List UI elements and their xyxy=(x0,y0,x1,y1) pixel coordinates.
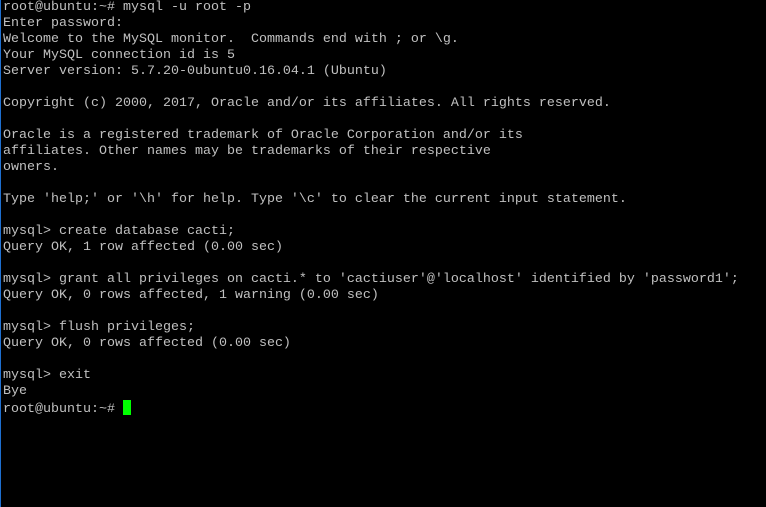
terminal-line: mysql> flush privileges; xyxy=(3,320,195,335)
terminal-line: Enter password: xyxy=(3,16,123,31)
terminal-output: root@ubuntu:~# mysql -u root -p Enter pas… xyxy=(3,0,739,417)
terminal-line: owners. xyxy=(3,160,59,175)
terminal-line: Oracle is a registered trademark of Orac… xyxy=(3,128,523,143)
terminal-line: Query OK, 0 rows affected (0.00 sec) xyxy=(3,336,291,351)
terminal-line: Query OK, 0 rows affected, 1 warning (0.… xyxy=(3,288,379,303)
terminal-window[interactable]: root@ubuntu:~# mysql -u root -p Enter pas… xyxy=(0,0,766,507)
terminal-line: Your MySQL connection id is 5 xyxy=(3,48,235,63)
terminal-line: Query OK, 1 row affected (0.00 sec) xyxy=(3,240,283,255)
terminal-line: mysql> grant all privileges on cacti.* t… xyxy=(3,272,739,287)
terminal-line: Server version: 5.7.20-0ubuntu0.16.04.1 … xyxy=(3,64,387,79)
terminal-line: mysql> exit xyxy=(3,368,91,383)
terminal-line: Type 'help;' or '\h' for help. Type '\c'… xyxy=(3,192,627,207)
terminal-line: Bye xyxy=(3,384,27,399)
terminal-line: affiliates. Other names may be trademark… xyxy=(3,144,491,159)
cursor-block xyxy=(122,400,131,415)
terminal-line: mysql> create database cacti; xyxy=(3,224,235,239)
terminal-prompt-line[interactable]: root@ubuntu:~# xyxy=(3,400,739,417)
terminal-line: root@ubuntu:~# mysql -u root -p xyxy=(3,0,251,15)
terminal-line: Welcome to the MySQL monitor. Commands e… xyxy=(3,32,459,47)
terminal-line: Copyright (c) 2000, 2017, Oracle and/or … xyxy=(3,96,611,111)
shell-prompt: root@ubuntu:~# xyxy=(3,402,123,417)
